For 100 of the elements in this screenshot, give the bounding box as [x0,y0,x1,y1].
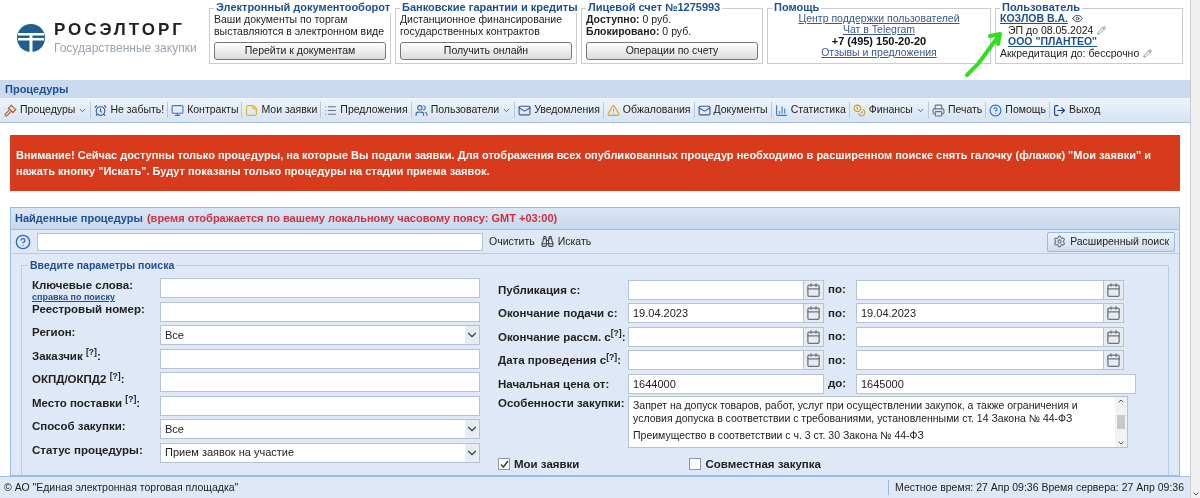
panel-text: Блокировано: 0 руб. [586,25,693,37]
toolbar-button[interactable]: Выход [1052,102,1101,118]
toolbar-button[interactable]: Помощь [989,102,1046,118]
advanced-search-button[interactable]: Расширенный поиск [1047,231,1175,252]
field-label: Заказчик $^{[?]}$: [32,348,102,363]
date-field[interactable] [628,279,824,300]
bar-chart-icon [774,103,788,117]
checkbox-label: Совместная закупка [705,456,821,472]
time-text: Местное время: 27 Апр 09:36 Время сервера: 27 Апр 09:36 [888,479,1184,496]
warning-icon [606,103,620,117]
field-label: по: [828,305,847,321]
help-link[interactable]: справка по поиску [32,292,160,302]
select-field[interactable]: Все [160,419,480,439]
text-field[interactable] [160,395,480,416]
field-label: Способ закупки: [32,419,127,433]
toolbar-button[interactable]: Пользователи [414,102,512,118]
checkbox-label: Мои заявки [514,456,580,472]
signature-text: ЭП до 08.05.2024 [1007,24,1094,36]
scroll-down-icon[interactable] [1191,490,1200,498]
select-field[interactable]: Все [160,325,480,345]
dropdown-icon[interactable] [465,326,479,344]
binoculars-icon [540,235,554,248]
toolbar-button[interactable]: Печать [931,102,983,118]
toolbar-button[interactable]: Мои заявки [245,102,318,118]
date-field[interactable] [628,350,824,371]
text-area[interactable] [628,395,1128,448]
users-icon [414,103,428,117]
alert-text: Внимание! Сейчас доступны только процедуры, на которые Вы подали заявки. Для отображения всех опубликованных процедур необходимо в расширенном поиске снять галочку (флажок) "Мои заявки" и нажать кнопку "Искать". Будут показаны только процедуры на стадии приема заявок. [16,148,1152,179]
help-link[interactable]: Чат в Telegram [843,24,915,35]
calendar-icon[interactable] [803,327,823,346]
panel-button[interactable]: Операции по счету [586,41,758,60]
select-field[interactable]: Прием заявок на участие [160,442,480,463]
calendar-icon[interactable] [1103,304,1123,323]
search-button[interactable]: Искать [540,233,592,250]
field-label: ОКПД/ОКПД2 $^{[?]}$: [32,372,126,386]
scrollbar[interactable] [1190,0,1200,498]
toolbar-button[interactable]: Обжалования [606,102,691,118]
clear-button[interactable]: Очистить [489,233,535,250]
checkbox[interactable] [498,458,510,471]
envelope-icon [697,103,711,117]
field-label: по: [828,352,847,368]
calendar-icon[interactable] [1103,351,1123,370]
toolbar-button[interactable]: Уведомления [518,102,600,118]
field-label: Статус процедуры: [32,442,144,457]
field-label: Регион: [32,325,77,339]
panel-text: государственных контрактов [400,25,541,37]
dropdown-icon[interactable] [465,420,479,438]
text-field[interactable]: 1644000 [628,373,824,394]
panel-button[interactable]: Перейти к документам [214,41,386,60]
pencil-icon[interactable] [1097,25,1107,35]
help-icon[interactable] [15,233,31,250]
date-field[interactable]: 19.04.2023 [856,303,1124,324]
panel-title: Пользователь [1000,1,1082,13]
accreditation-text: Аккредитация до: бессрочно [1000,47,1140,59]
scrollbar[interactable] [1115,396,1127,447]
toolbar-button[interactable]: Процедуры [4,102,88,118]
date-field[interactable] [628,326,824,347]
toolbar-button[interactable]: Статистика [774,102,846,118]
panel-button[interactable]: Получить онлайн [400,41,572,60]
calendar-icon[interactable] [1103,280,1123,299]
text-field[interactable] [160,278,480,298]
calendar-icon[interactable] [803,304,823,323]
envelope-icon [518,103,532,117]
fieldset-legend: Введите параметры поиска [28,258,177,274]
text-field[interactable] [160,348,480,369]
toolbar-button[interactable]: Финансы [852,102,925,118]
checkbox[interactable] [689,458,702,471]
gear-icon [1053,235,1067,248]
phone-number: +7 (495) 150-20-20 [831,35,927,47]
toolbar-button[interactable]: Предложения [324,102,408,118]
dropdown-icon[interactable] [465,443,479,462]
panel-title: Лицевой счет №1275993 [586,1,723,13]
panel-text: Дистанционное финансирование [400,13,563,25]
search-field[interactable] [37,232,483,251]
field-label: Ключевые слова: [32,278,134,292]
eye-icon[interactable] [1071,13,1083,25]
pencil-icon[interactable] [1143,48,1153,58]
text-field[interactable] [160,372,480,392]
user-name-link[interactable]: КОЗЛОВ В.А. [1000,13,1068,25]
date-field[interactable]: 19.04.2023 [628,303,824,324]
feature-text: Преимущество в соответствии с ч. 3 ст. 30 Закона № 44-ФЗ [633,428,925,442]
calendar-icon[interactable] [1103,327,1123,346]
text-field[interactable] [160,301,480,322]
panel-title: Электронный документооборот [214,1,393,13]
help-link[interactable]: Центр поддержки пользователей [798,13,960,24]
organization-link[interactable]: ООО "ПЛАНТЕО" [1000,36,1178,48]
help-link[interactable]: Отзывы и предложения [821,47,937,58]
date-field[interactable] [856,279,1124,300]
date-field[interactable] [856,350,1124,371]
calendar-icon[interactable] [803,351,823,370]
toolbar-button[interactable]: Контракты [171,102,239,118]
panel-title: Помощь [772,1,822,13]
monitor-icon [171,103,185,117]
toolbar-button[interactable]: Не забыть! [94,102,165,118]
text-field[interactable]: 1645000 [856,373,1136,394]
timezone-note: (время отображается по вашему локальному часовому поясу: GMT +03:00) [146,211,558,227]
alarm-clock-icon [94,103,108,117]
date-field[interactable] [856,326,1124,347]
calendar-icon[interactable] [803,280,823,299]
toolbar-button[interactable]: Документы [697,102,768,118]
